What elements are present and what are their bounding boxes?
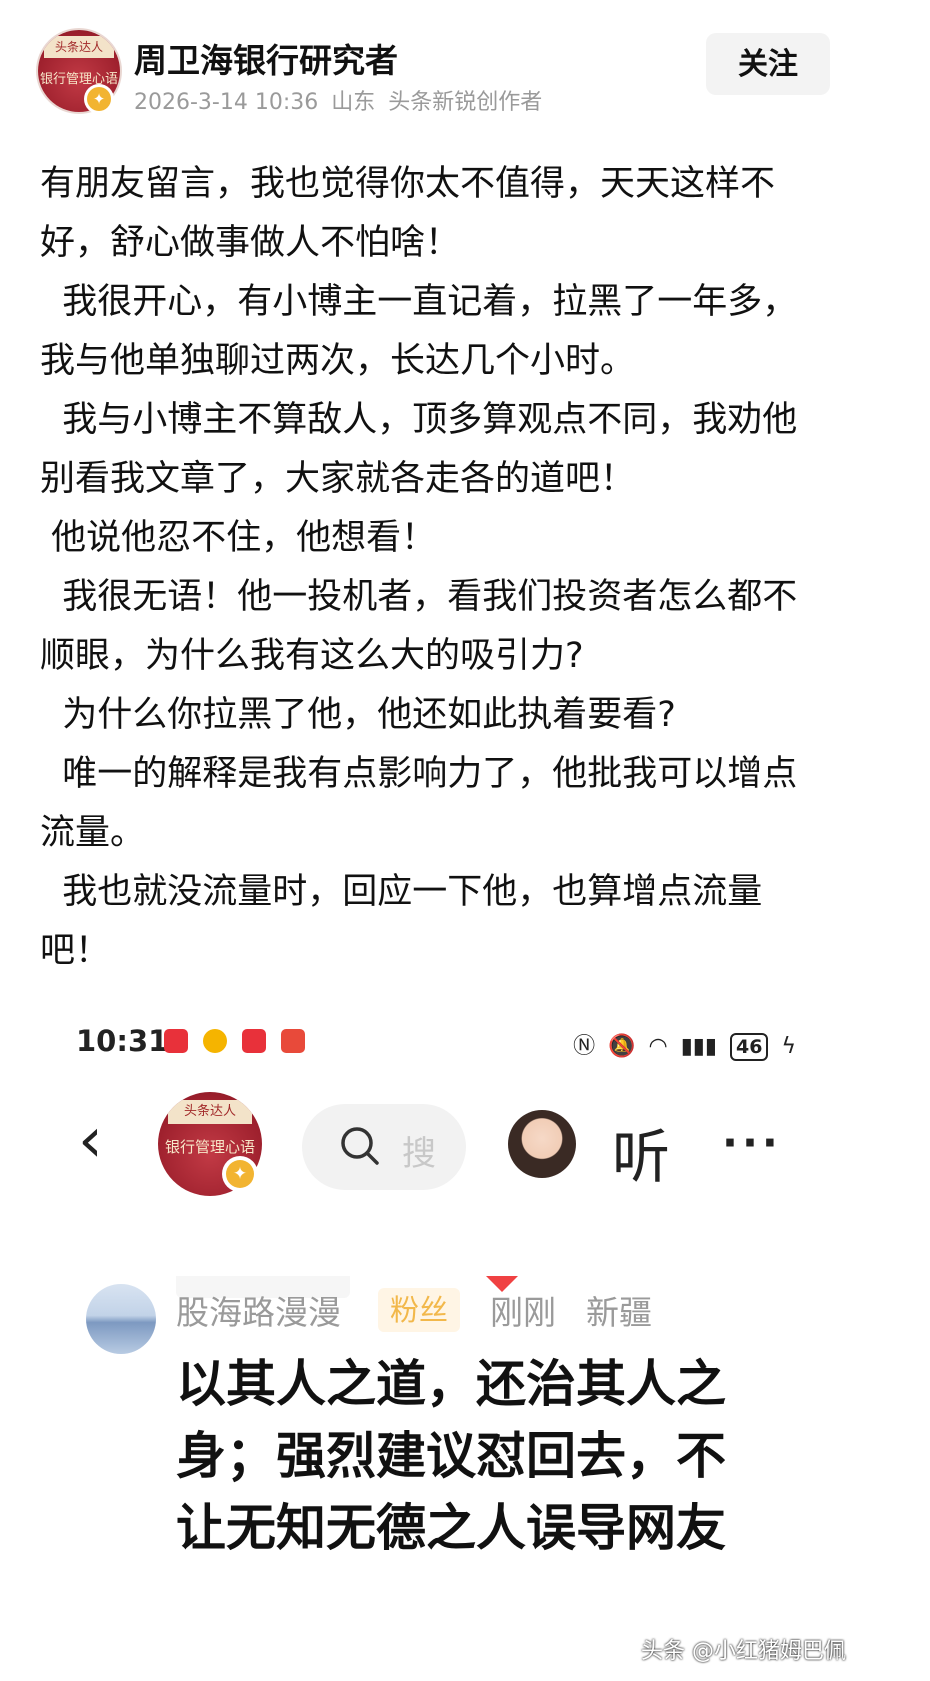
avatar-banner: 头条达人 [44, 36, 114, 58]
status-bar: 10:31 Ⓝ 🔕 ◠ ▮▮▮ 46 ϟ [76, 1024, 796, 1064]
status-system-icons: Ⓝ 🔕 ◠ ▮▮▮ 46 ϟ [567, 1028, 796, 1061]
search-icon [341, 1127, 379, 1165]
chevron-left-icon[interactable]: ‹ [78, 1109, 128, 1171]
embedded-screenshot: 10:31 Ⓝ 🔕 ◠ ▮▮▮ 46 ϟ ‹ 头条达人 银行管理心语 ✦ 搜 听… [0, 1010, 930, 1681]
toutiao-app-icon [164, 1029, 188, 1053]
listen-avatar[interactable] [508, 1110, 576, 1178]
post-location: 山东 [331, 90, 376, 115]
article-paragraph: 他说他忍不住，他想看！ [40, 518, 437, 558]
author-title: 头条新锐创作者 [388, 90, 543, 115]
signal-icon: ▮▮▮ [680, 1034, 718, 1059]
article-paragraph: 唯一的解释是我有点影响力了，他批我可以增点流量。 [40, 754, 798, 853]
message-app-icon [281, 1029, 306, 1053]
red-app-icon [242, 1029, 267, 1053]
comment-location: 新疆 [586, 1293, 652, 1332]
status-time: 10:31 [76, 1024, 169, 1058]
post-datetime: 2026-3-14 10:36 [134, 90, 319, 115]
author-name[interactable]: 周卫海银行研究者 [134, 34, 398, 82]
wifi-icon: ◠ [648, 1034, 668, 1059]
medal-icon: ✦ [87, 87, 111, 111]
battery-indicator: 46 [730, 1033, 769, 1061]
article-body: 有朋友留言，我也觉得你太不值得，天天这样不好，舒心做事做人不怕啥！ 我很开心，有… [40, 155, 820, 981]
avatar-book-title: 银行管理心语 [39, 72, 118, 87]
listen-button[interactable]: 听 [612, 1110, 670, 1194]
more-icon[interactable]: ··· [722, 1118, 782, 1167]
watermark: 头条 @小红猪姆巴佩 [641, 1639, 846, 1664]
creator-badge: ✦ [84, 84, 114, 114]
post-header: 头条达人 银行管理心语 ✦ 周卫海银行研究者 2026-3-14 10:36 山… [0, 0, 930, 130]
search-box[interactable]: 搜 [302, 1104, 466, 1190]
article-paragraph: 我也就没流量时，回应一下他，也算增点流量吧！ [40, 872, 763, 971]
weibo-app-icon [203, 1029, 228, 1053]
avatar-banner: 头条达人 [168, 1100, 252, 1124]
embedded-nav-bar: ‹ 头条达人 银行管理心语 ✦ 搜 听 ··· [0, 1076, 930, 1298]
mute-icon: 🔕 [608, 1034, 636, 1059]
fan-badge: 粉丝 [378, 1288, 461, 1332]
article-paragraph: 我很开心，有小博主一直记着，拉黑了一年多，我与他单独聊过两次，长达几个小时。 [40, 282, 798, 381]
commenter-avatar[interactable] [86, 1284, 156, 1354]
post-meta: 2026-3-14 10:36 山东 头条新锐创作者 [134, 84, 548, 116]
status-app-icons [164, 1029, 315, 1053]
comment-text: 以其人之道，还治其人之身；强烈建议怼回去，不让无知无德之人误导网友 [176, 1355, 726, 1557]
nav-creator-badge: ✦ [222, 1156, 258, 1192]
article-paragraph: 我很无语！他一投机者，看我们投资者怎么都不顺眼，为什么我有这么大的吸引力? [40, 577, 798, 676]
article-paragraph: 有朋友留言，我也觉得你太不值得，天天这样不好，舒心做事做人不怕啥！ [40, 164, 776, 263]
charging-icon: ϟ [781, 1034, 796, 1059]
search-hint: 搜 [402, 1134, 436, 1174]
avatar-book-title: 银行管理心语 [164, 1138, 255, 1156]
article-paragraph: 为什么你拉黑了他，他还如此执着要看? [40, 695, 676, 735]
nfc-icon: Ⓝ [573, 1034, 596, 1059]
comment-time: 刚刚 [490, 1293, 556, 1332]
article-paragraph: 我与小博主不算敌人，顶多算观点不同，我劝他别看我文章了，大家就各走各的道吧！ [40, 400, 798, 499]
medal-icon: ✦ [226, 1160, 254, 1188]
commenter-name[interactable]: 股海路漫漫 [176, 1286, 341, 1334]
follow-button[interactable]: 关注 [706, 33, 830, 95]
